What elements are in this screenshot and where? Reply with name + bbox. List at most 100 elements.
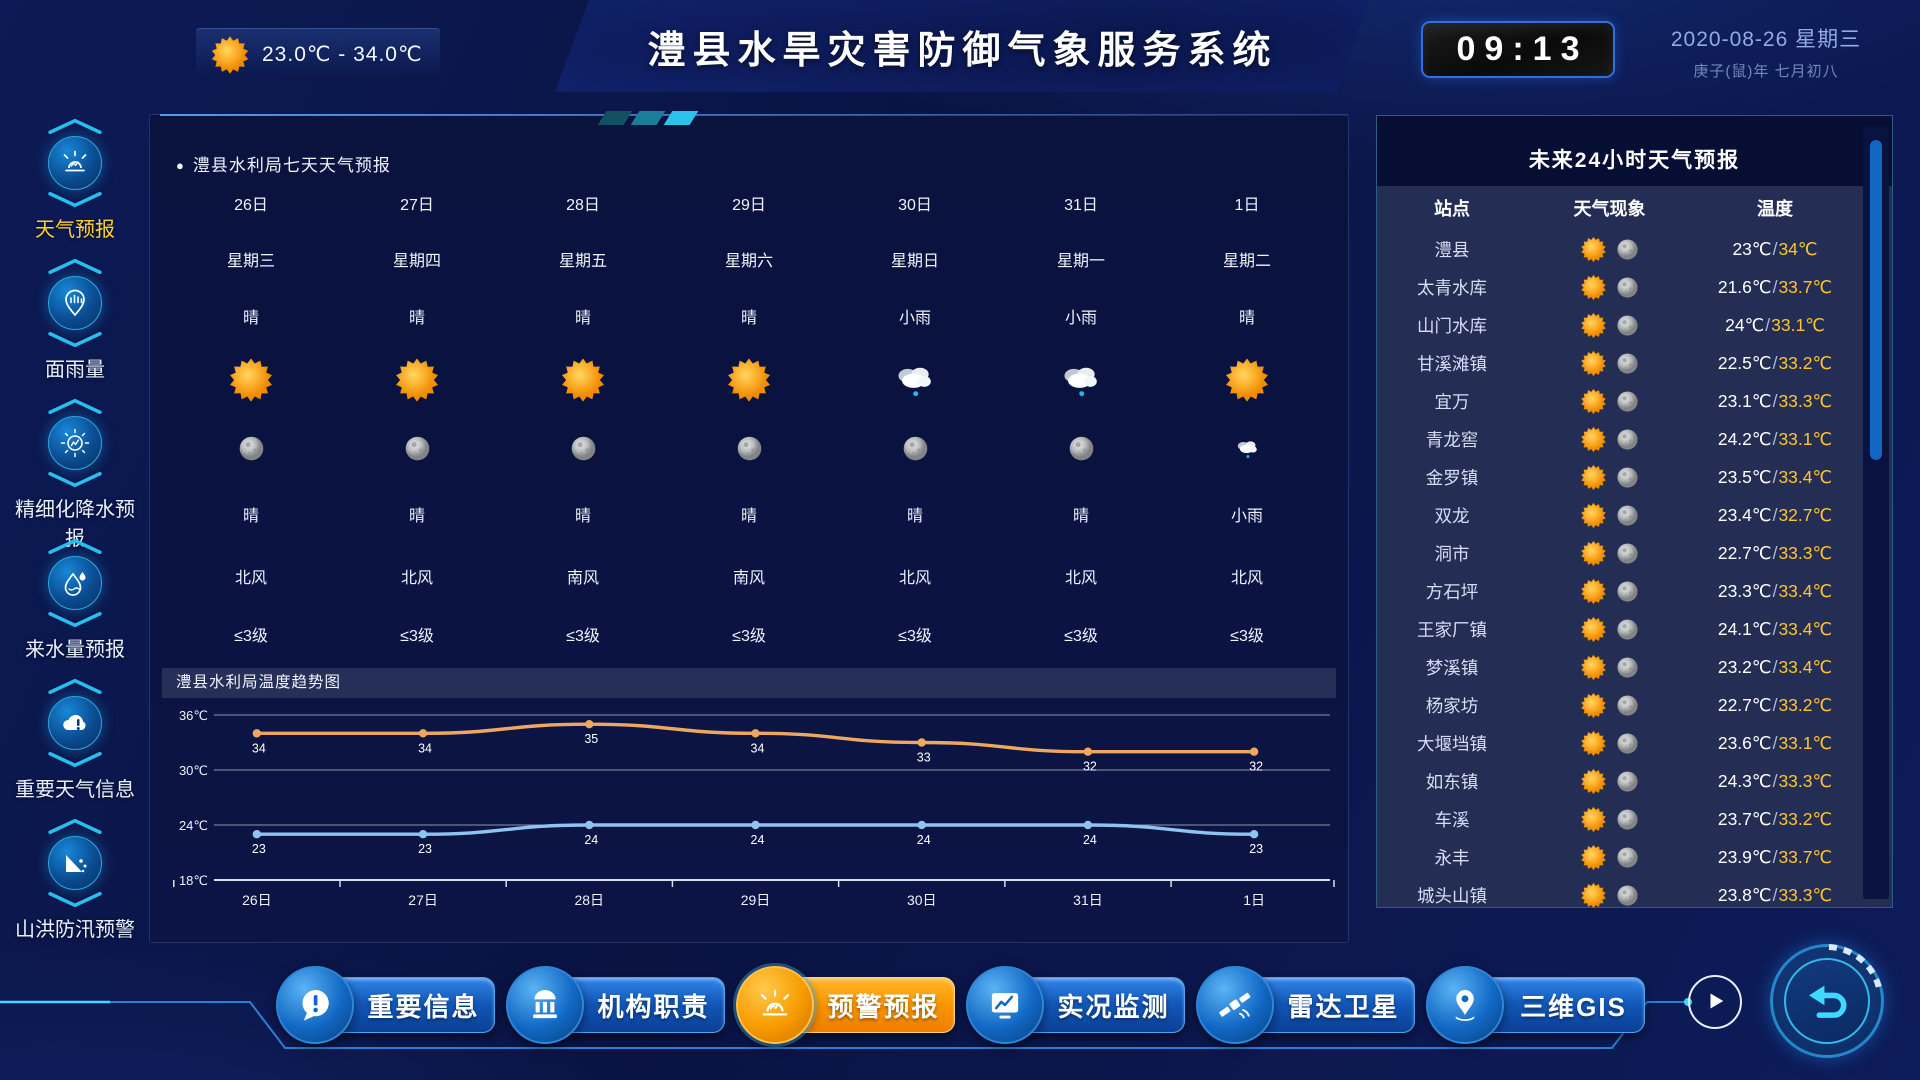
digital-clock: 09:13 bbox=[1421, 21, 1615, 78]
sun-icon bbox=[1580, 274, 1607, 301]
moon-icon bbox=[1616, 618, 1639, 641]
station-row: 金罗镇 23.5℃/33.4℃ bbox=[1377, 458, 1858, 496]
sun-rain-icon bbox=[59, 427, 91, 459]
sidebar-item[interactable]: 天气预报 bbox=[0, 118, 150, 250]
forecast-day-weather: 晴 bbox=[500, 287, 666, 345]
sidebar-item-label: 来水量预报 bbox=[9, 636, 141, 665]
bottom-nav-button[interactable]: 机构职责 bbox=[506, 966, 725, 1044]
weather-dashboard: 23.0℃ - 34.0℃ 澧县水旱灾害防御气象服务系统 09:13 2020-… bbox=[0, 0, 1920, 1080]
sun-icon bbox=[1580, 578, 1607, 605]
sidebar-item[interactable]: 重要天气信息 bbox=[0, 678, 150, 810]
moon-icon bbox=[1616, 238, 1639, 261]
sun-icon bbox=[1580, 654, 1607, 681]
bottom-nav-button[interactable]: 实况监测 bbox=[966, 966, 1185, 1044]
alert-bubble-icon bbox=[276, 966, 354, 1044]
sidebar-item-label: 山洪防汛预警 bbox=[9, 916, 141, 945]
station-weather-icons bbox=[1527, 654, 1692, 681]
forecast-night-weather: 晴 bbox=[832, 481, 998, 547]
sun-icon bbox=[1580, 350, 1607, 377]
date-lunar: 庚子(鼠)年 七月初八 bbox=[1628, 60, 1904, 81]
station-row: 杨家坊 22.7℃/33.2℃ bbox=[1377, 686, 1858, 724]
monitor-chart-icon bbox=[966, 966, 1044, 1044]
sun-icon bbox=[1580, 426, 1607, 453]
forecast-wind-level: ≤3级 bbox=[334, 604, 500, 663]
sun-icon bbox=[168, 345, 334, 415]
forecast-wind-level: ≤3级 bbox=[666, 604, 832, 663]
location-pin-icon bbox=[1426, 966, 1504, 1044]
sidebar-item-label: 面雨量 bbox=[9, 356, 141, 385]
sidebar-item[interactable]: 精细化降水预报 bbox=[0, 398, 150, 530]
play-button[interactable] bbox=[1688, 975, 1742, 1029]
station-weather-icons bbox=[1527, 350, 1692, 377]
station-weather-icons bbox=[1527, 236, 1692, 263]
station-weather-icons bbox=[1527, 844, 1692, 871]
sun-icon bbox=[666, 345, 832, 415]
bottom-nav-label: 机构职责 bbox=[597, 987, 709, 1024]
forecast-day-column: 27日 星期四 晴 晴 北风 ≤3级 bbox=[334, 175, 500, 663]
bottom-nav-button[interactable]: 三维GIS bbox=[1426, 966, 1645, 1044]
forecast-weekday: 星期日 bbox=[832, 231, 998, 287]
forecast-wind-level: ≤3级 bbox=[168, 604, 334, 663]
station-name: 永丰 bbox=[1377, 845, 1527, 870]
hourly-panel-title: 未来24小时天气预报 bbox=[1377, 116, 1892, 186]
sidebar-item[interactable]: 山洪防汛预警 bbox=[0, 818, 150, 950]
station-weather-icons bbox=[1527, 312, 1692, 339]
forecast-wind-level: ≤3级 bbox=[1164, 604, 1330, 663]
sun-icon bbox=[1580, 882, 1607, 909]
station-row: 梦溪镇 23.2℃/33.4℃ bbox=[1377, 648, 1858, 686]
station-temperature: 22.5℃/33.2℃ bbox=[1692, 353, 1858, 374]
moon-icon bbox=[1616, 656, 1639, 679]
station-name: 大堰垱镇 bbox=[1377, 731, 1527, 756]
chevron-down-icon bbox=[44, 192, 106, 208]
forecast-wind-level: ≤3级 bbox=[500, 604, 666, 663]
station-name: 杨家坊 bbox=[1377, 693, 1527, 718]
sidebar-item-label: 天气预报 bbox=[9, 216, 141, 245]
back-button[interactable] bbox=[1770, 944, 1884, 1058]
forecast-wind-direction: 北风 bbox=[168, 547, 334, 604]
forecast-day-column: 29日 星期六 晴 晴 南风 ≤3级 bbox=[666, 175, 832, 663]
bottom-nav-button[interactable]: 重要信息 bbox=[276, 966, 495, 1044]
svg-text:29日: 29日 bbox=[741, 892, 770, 908]
sidebar-item[interactable]: 来水量预报 bbox=[0, 538, 150, 670]
forecast-weekday: 星期三 bbox=[168, 231, 334, 287]
station-temperature: 22.7℃/33.3℃ bbox=[1692, 543, 1858, 564]
moon-icon bbox=[1616, 352, 1639, 375]
svg-text:1日: 1日 bbox=[1243, 892, 1265, 908]
sun-icon bbox=[1580, 844, 1607, 871]
sun-icon bbox=[1580, 806, 1607, 833]
progress-arc bbox=[1767, 941, 1887, 1061]
forecast-night-weather: 小雨 bbox=[1164, 481, 1330, 547]
bottom-nav-button[interactable]: 雷达卫星 bbox=[1196, 966, 1415, 1044]
station-list: 澧县 23℃/34℃ 太青水库 21.6℃/33.7℃ bbox=[1377, 230, 1858, 907]
station-temperature: 24℃/33.1℃ bbox=[1692, 315, 1858, 336]
station-row: 方石坪 23.3℃/33.4℃ bbox=[1377, 572, 1858, 610]
station-row: 大堰垱镇 23.6℃/33.1℃ bbox=[1377, 724, 1858, 762]
station-name: 金罗镇 bbox=[1377, 465, 1527, 490]
temperature-trend-section: 澧县水利局温度趋势图 36℃30℃24℃18℃26日27日28日29日30日31… bbox=[162, 668, 1336, 944]
scrollbar-thumb[interactable] bbox=[1870, 140, 1882, 460]
bottom-nav-button[interactable]: 预警预报 bbox=[736, 966, 955, 1044]
siren-icon bbox=[59, 147, 91, 179]
header-title-band: 澧县水旱灾害防御气象服务系统 bbox=[555, 0, 1370, 92]
sidebar-item[interactable]: 面雨量 bbox=[0, 258, 150, 390]
station-weather-icons bbox=[1527, 426, 1692, 453]
chevron-up-icon bbox=[44, 258, 106, 274]
station-row: 山门水库 24℃/33.1℃ bbox=[1377, 306, 1858, 344]
date-block: 2020-08-26 星期三 庚子(鼠)年 七月初八 bbox=[1628, 23, 1904, 81]
sun-icon bbox=[1580, 236, 1607, 263]
sun-icon bbox=[1580, 388, 1607, 415]
station-row: 宜万 23.1℃/33.3℃ bbox=[1377, 382, 1858, 420]
station-name: 澧县 bbox=[1377, 237, 1527, 262]
station-weather-icons bbox=[1527, 806, 1692, 833]
station-temperature: 24.1℃/33.4℃ bbox=[1692, 619, 1858, 640]
sun-icon bbox=[1580, 464, 1607, 491]
svg-text:36℃: 36℃ bbox=[179, 708, 208, 723]
svg-text:24: 24 bbox=[584, 833, 598, 847]
chevron-down-icon bbox=[44, 472, 106, 488]
svg-text:23: 23 bbox=[418, 842, 432, 856]
svg-text:18℃: 18℃ bbox=[179, 873, 208, 888]
svg-text:33: 33 bbox=[917, 750, 931, 764]
station-row: 永丰 23.9℃/33.7℃ bbox=[1377, 838, 1858, 876]
station-weather-icons bbox=[1527, 882, 1692, 909]
forecast-wind-direction: 北风 bbox=[334, 547, 500, 604]
